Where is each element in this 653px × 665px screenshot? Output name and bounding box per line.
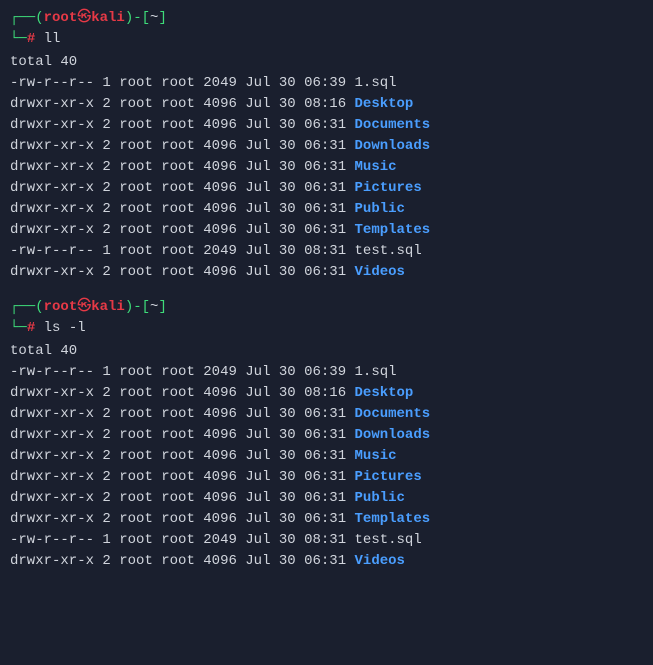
terminal-output[interactable]: ┌──(root㉿kali)-[~]└─# lltotal 40-rw-r--r…: [10, 8, 643, 572]
file-row: -rw-r--r-- 1 root root 2049 Jul 30 06:39…: [10, 362, 643, 383]
file-name: Downloads: [355, 138, 431, 154]
prompt-line-1: ┌──(root㉿kali)-[~]: [10, 8, 643, 29]
file-name: Templates: [355, 511, 431, 527]
command-text: ls -l: [44, 320, 86, 336]
file-row: drwxr-xr-x 2 root root 4096 Jul 30 08:16…: [10, 383, 643, 404]
prompt-line-1: ┌──(root㉿kali)-[~]: [10, 297, 643, 318]
file-row: drwxr-xr-x 2 root root 4096 Jul 30 06:31…: [10, 551, 643, 572]
file-name: 1.sql: [355, 75, 397, 91]
prompt-line-2: └─# ll: [10, 29, 643, 50]
file-name: test.sql: [355, 532, 422, 548]
file-row: drwxr-xr-x 2 root root 4096 Jul 30 08:16…: [10, 94, 643, 115]
file-row: drwxr-xr-x 2 root root 4096 Jul 30 06:31…: [10, 404, 643, 425]
file-name: Desktop: [355, 96, 414, 112]
file-name: Public: [355, 201, 405, 217]
file-name: Public: [355, 490, 405, 506]
file-name: Templates: [355, 222, 431, 238]
file-row: drwxr-xr-x 2 root root 4096 Jul 30 06:31…: [10, 425, 643, 446]
prompt-line-2: └─# ls -l: [10, 318, 643, 339]
file-name: Videos: [355, 553, 405, 569]
file-row: -rw-r--r-- 1 root root 2049 Jul 30 08:31…: [10, 241, 643, 262]
file-row: drwxr-xr-x 2 root root 4096 Jul 30 06:31…: [10, 178, 643, 199]
file-row: drwxr-xr-x 2 root root 4096 Jul 30 06:31…: [10, 262, 643, 283]
file-row: drwxr-xr-x 2 root root 4096 Jul 30 06:31…: [10, 509, 643, 530]
file-row: drwxr-xr-x 2 root root 4096 Jul 30 06:31…: [10, 220, 643, 241]
file-row: drwxr-xr-x 2 root root 4096 Jul 30 06:31…: [10, 446, 643, 467]
file-name: Music: [355, 159, 397, 175]
file-name: Documents: [355, 406, 431, 422]
file-name: 1.sql: [355, 364, 397, 380]
file-name: Downloads: [355, 427, 431, 443]
file-row: -rw-r--r-- 1 root root 2049 Jul 30 06:39…: [10, 73, 643, 94]
total-line: total 40: [10, 341, 643, 362]
file-name: Desktop: [355, 385, 414, 401]
file-name: test.sql: [355, 243, 422, 259]
file-row: drwxr-xr-x 2 root root 4096 Jul 30 06:31…: [10, 136, 643, 157]
file-row: drwxr-xr-x 2 root root 4096 Jul 30 06:31…: [10, 115, 643, 136]
file-name: Music: [355, 448, 397, 464]
file-row: drwxr-xr-x 2 root root 4096 Jul 30 06:31…: [10, 157, 643, 178]
command-text: ll: [44, 31, 61, 47]
file-name: Pictures: [355, 469, 422, 485]
file-name: Videos: [355, 264, 405, 280]
file-name: Pictures: [355, 180, 422, 196]
file-row: drwxr-xr-x 2 root root 4096 Jul 30 06:31…: [10, 199, 643, 220]
file-name: Documents: [355, 117, 431, 133]
file-row: -rw-r--r-- 1 root root 2049 Jul 30 08:31…: [10, 530, 643, 551]
file-row: drwxr-xr-x 2 root root 4096 Jul 30 06:31…: [10, 488, 643, 509]
total-line: total 40: [10, 52, 643, 73]
file-row: drwxr-xr-x 2 root root 4096 Jul 30 06:31…: [10, 467, 643, 488]
